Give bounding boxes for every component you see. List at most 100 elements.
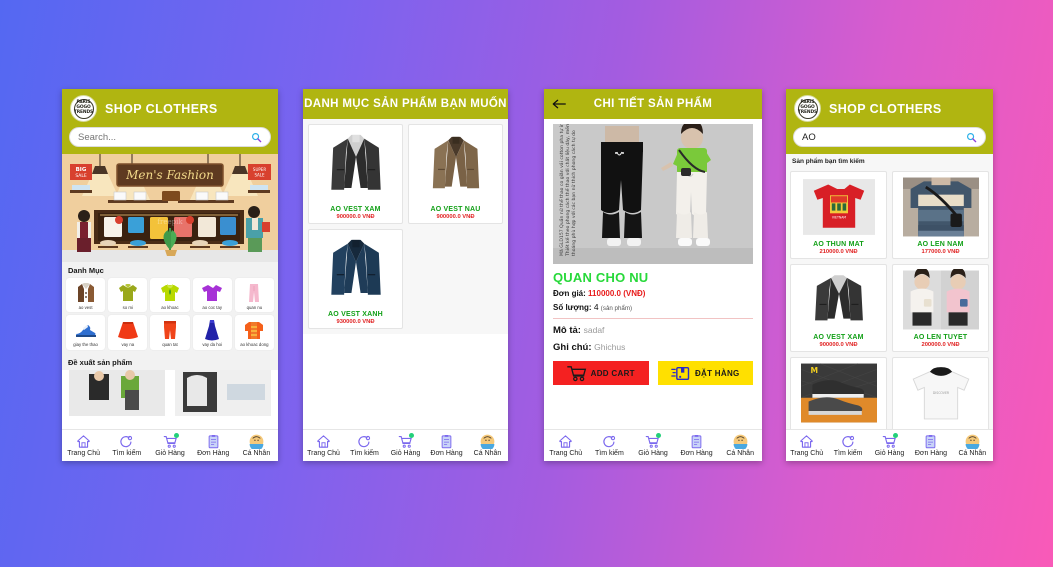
search-input[interactable] [78, 131, 251, 143]
product-name: AO LEN TUYET [913, 334, 968, 341]
nav-label: Đơn Hàng [914, 450, 948, 457]
product-card[interactable]: AO VEST XANH 930000.0 VNĐ [308, 229, 403, 329]
add-cart-button[interactable]: ADD CART [553, 361, 649, 385]
product-thumbnail: VIETNAM [793, 176, 884, 238]
cart-icon-wrap[interactable] [398, 433, 414, 449]
search-icon[interactable] [119, 434, 134, 449]
clipboard-icon[interactable] [923, 434, 938, 449]
promo-banner[interactable]: BIG SALE SUPER SALE Men's Fashion freepi… [62, 154, 278, 262]
product-card[interactable]: AO LEN TUYET 200000.0 VNĐ [892, 264, 989, 352]
avatar-icon[interactable] [249, 434, 264, 449]
knit-sweater-pair-image [902, 269, 979, 330]
category-item[interactable]: so mi [108, 278, 148, 313]
clipboard-icon[interactable] [439, 434, 454, 449]
nav-item-profile[interactable]: Cá Nhân [467, 434, 508, 457]
cart-icon-wrap[interactable] [882, 433, 899, 449]
nav-item-home[interactable]: Trang Chủ [786, 434, 827, 457]
nav-item-orders[interactable]: Đơn Hàng [426, 434, 467, 457]
category-label: quan nu [246, 305, 263, 310]
search-input[interactable] [802, 131, 966, 143]
product-price: 177000.0 VNĐ [921, 249, 960, 255]
nav-label: Cá Nhân [958, 450, 987, 457]
nav-item-profile[interactable]: Cá Nhân [718, 434, 762, 457]
nav-label: Cá Nhân [473, 450, 502, 457]
nav-item-orders[interactable]: Đơn Hàng [192, 434, 235, 457]
category-item[interactable]: vay na [108, 315, 148, 350]
search-icon[interactable] [357, 434, 372, 449]
nav-item-cart[interactable]: Giỏ Hàng [869, 433, 910, 457]
nav-item-search[interactable]: Tìm kiếm [827, 434, 868, 457]
nav-item-cart[interactable]: Giỏ Hàng [631, 433, 675, 457]
page-title: CHI TIẾT SẢN PHẨM [593, 98, 713, 110]
product-card[interactable]: M [790, 357, 887, 432]
category-item[interactable]: ao vest [66, 278, 106, 313]
product-card[interactable]: AO VEST NAU 900000.0 VNĐ [408, 124, 503, 224]
nav-item-search[interactable]: Tìm kiếm [344, 434, 385, 457]
product-card[interactable]: DISCOVER [892, 357, 989, 432]
product-image[interactable]: Mã GLD157 Quần nữ thể thao co giãn vải c… [553, 124, 753, 264]
blazer-brown-image [425, 131, 486, 201]
suggestion-card[interactable] [172, 369, 274, 416]
product-thumbnail [895, 269, 986, 331]
nav-item-profile[interactable]: Cá Nhân [952, 434, 993, 457]
avatar-icon[interactable] [480, 434, 495, 449]
note-label: Ghi chú: [553, 342, 592, 353]
category-item[interactable]: ao coc tay [192, 278, 232, 313]
avatar-icon[interactable] [733, 434, 748, 449]
clipboard-icon[interactable] [206, 434, 221, 449]
search-icon[interactable] [966, 132, 977, 143]
nav-item-profile[interactable]: Cá Nhân [235, 434, 278, 457]
cart-icon-wrap[interactable] [645, 433, 662, 449]
category-item[interactable]: ao khoac [150, 278, 190, 313]
search-bar[interactable] [69, 127, 271, 147]
person-left [77, 210, 91, 252]
home-icon[interactable] [558, 434, 573, 449]
gray-blazer-image [807, 272, 870, 328]
nav-item-cart[interactable]: Giỏ Hàng [148, 433, 191, 457]
pants-product-photo: Mã GLD157 Quần nữ thể thao co giãn vải c… [553, 124, 753, 264]
nav-label: Đơn Hàng [197, 450, 230, 457]
home-icon[interactable] [76, 434, 91, 449]
product-thumbnail [895, 176, 986, 238]
nav-item-orders[interactable]: Đơn Hàng [910, 434, 951, 457]
suggestion-card[interactable] [66, 369, 168, 416]
nav-item-orders[interactable]: Đơn Hàng [675, 434, 719, 457]
svg-text:freepik: freepik [157, 218, 183, 226]
category-item[interactable]: quan nu [234, 278, 274, 313]
home-icon[interactable] [799, 434, 814, 449]
order-button[interactable]: ĐẶT HÀNG [657, 361, 753, 385]
product-card[interactable]: AO LEN NAM 177000.0 VNĐ [892, 171, 989, 259]
clipboard-icon[interactable] [689, 434, 704, 449]
nav-item-home[interactable]: Trang Chủ [303, 434, 344, 457]
avatar-icon[interactable] [965, 434, 980, 449]
home-icon[interactable] [316, 434, 331, 449]
search-icon[interactable] [602, 434, 617, 449]
nav-item-search[interactable]: Tìm kiếm [105, 434, 148, 457]
category-item[interactable]: quan tat [150, 315, 190, 350]
category-label: ao khoac [161, 305, 179, 310]
search-bar[interactable] [793, 127, 986, 147]
nav-item-home[interactable]: Trang Chủ [62, 434, 105, 457]
nav-item-cart[interactable]: Giỏ Hàng [385, 433, 426, 457]
trousers-icon [163, 321, 176, 340]
category-item[interactable]: vay da hoi [192, 315, 232, 350]
nav-item-home[interactable]: Trang Chủ [544, 434, 588, 457]
product-card[interactable]: AO VEST XAM 900000.0 VNĐ [790, 264, 887, 352]
sneaker-icon [75, 325, 96, 338]
search-icon[interactable] [841, 434, 856, 449]
category-header: DANH MỤC SẢN PHẨM BẠN MUỐN [303, 89, 508, 119]
bottom-nav: Trang Chủ Tìm kiếm Giỏ Hàng Đơn Hàng Cá … [786, 429, 993, 461]
nav-item-search[interactable]: Tìm kiếm [588, 434, 632, 457]
category-item[interactable]: giay the thao [66, 315, 106, 350]
category-item[interactable]: ao khoac dong [234, 315, 274, 350]
cart-icon-wrap[interactable] [163, 433, 179, 449]
suggestion-photo [175, 369, 271, 416]
price-unit: (VNĐ) [623, 289, 646, 298]
description-label: Mô tả: [553, 325, 581, 336]
nav-label: Giỏ Hàng [874, 450, 905, 457]
search-icon[interactable] [251, 132, 262, 143]
back-arrow-icon[interactable] [552, 98, 567, 110]
product-card[interactable]: AO VEST XAM 900000.0 VNĐ [308, 124, 403, 224]
phone-screen-home: PARIS GOGO TRENDS SHOP CLOTHERS Search..… [62, 89, 278, 461]
product-card[interactable]: VIETNAM AO THUN MAT 210000.0 VNĐ [790, 171, 887, 259]
